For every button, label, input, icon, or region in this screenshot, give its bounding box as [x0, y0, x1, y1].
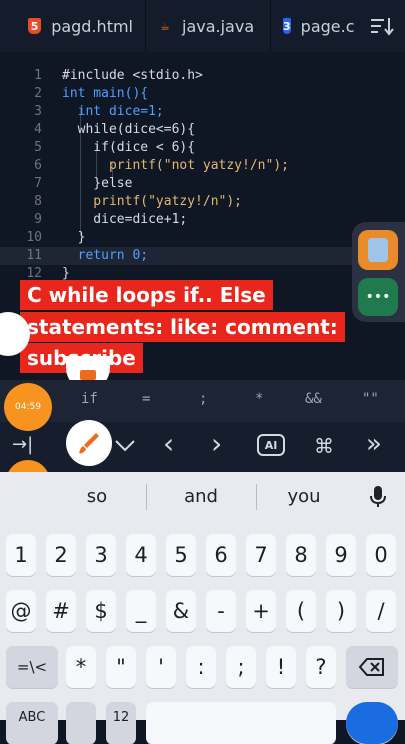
code-line: 10 } — [26, 230, 86, 245]
caption-line: statements: like: comment: — [20, 312, 345, 342]
floating-sidebar: ••• — [352, 222, 405, 322]
key-0[interactable]: 0 — [366, 534, 396, 576]
chevron-down-icon[interactable] — [114, 438, 136, 452]
ai-button[interactable]: AI — [257, 434, 285, 456]
java-icon: ☕ — [160, 19, 170, 33]
key-ampersand[interactable]: & — [166, 590, 196, 632]
tab-pagd-html[interactable]: 5 pagd.html — [0, 0, 145, 52]
key-2[interactable]: 2 — [46, 534, 76, 576]
key-more-symbols[interactable]: =\< — [6, 646, 58, 688]
key-at[interactable]: @ — [6, 590, 36, 632]
key-plus[interactable]: + — [246, 590, 276, 632]
space-bar[interactable] — [146, 702, 336, 744]
arrow-right-button[interactable]: › — [211, 427, 222, 460]
key-hash[interactable]: # — [46, 590, 76, 632]
symbol-key[interactable]: && — [305, 391, 322, 407]
key-dollar[interactable]: $ — [86, 590, 116, 632]
code-editor[interactable]: 1 #include <stdio.h> 2 int main(){ 3 int… — [0, 52, 405, 282]
key-1[interactable]: 1 — [6, 534, 36, 576]
code-line: 8 printf("yatzy!/n"); — [34, 194, 243, 209]
enter-button[interactable] — [346, 702, 398, 744]
symbol-key[interactable]: * — [255, 391, 263, 407]
code-line: 4 while(dice<=6){ — [34, 122, 196, 137]
editor-toolbar: →| ‹ › ⌘ » — [0, 422, 405, 472]
suggestion-strip: so and you — [0, 472, 405, 522]
key-semicolon[interactable]: ; — [226, 646, 256, 688]
symbol-bar: if = ; * && "" — [0, 380, 405, 422]
key-6[interactable]: 6 — [206, 534, 236, 576]
html5-icon: 5 — [28, 18, 42, 34]
key-9[interactable]: 9 — [326, 534, 356, 576]
arrow-left-button[interactable]: ‹ — [163, 427, 174, 460]
code-line: 7 }else — [34, 176, 133, 191]
symbol-key[interactable]: = — [142, 391, 150, 407]
key-question[interactable]: ? — [306, 646, 336, 688]
key-slash[interactable]: / — [366, 590, 396, 632]
app-shortcut-icon[interactable] — [358, 230, 398, 270]
key-7[interactable]: 7 — [246, 534, 276, 576]
key-12[interactable]: 12 — [106, 702, 136, 744]
code-line: 1 #include <stdio.h> — [34, 68, 203, 83]
key-open-paren[interactable]: ( — [286, 590, 316, 632]
key-3[interactable]: 3 — [86, 534, 116, 576]
recording-timer[interactable]: 04:59 — [4, 383, 52, 431]
key-exclamation[interactable]: ! — [266, 646, 296, 688]
tab-page-c[interactable]: 3 page.c — [270, 0, 360, 52]
code-line: 6 printf("not yatzy!/n"); — [34, 158, 289, 173]
key-close-paren[interactable]: ) — [326, 590, 356, 632]
skip-button[interactable]: » — [366, 429, 382, 459]
tab-label: page.c — [300, 16, 355, 36]
suggestion[interactable]: and — [156, 486, 246, 507]
tab-bar: 5 pagd.html ☕ java.java 3 page.c — [0, 0, 405, 52]
key-8[interactable]: 8 — [286, 534, 316, 576]
code-line: 2 int main(){ — [34, 86, 149, 101]
sort-icon[interactable] — [369, 14, 395, 38]
symbol-key[interactable]: ; — [199, 391, 207, 407]
backspace-icon — [359, 658, 384, 676]
tab-label: java.java — [182, 16, 255, 36]
code-line: 5 if(dice < 6){ — [34, 140, 196, 155]
css3-icon: 3 — [283, 18, 291, 34]
key-double-quote[interactable]: " — [106, 646, 136, 688]
key-underscore[interactable]: _ — [126, 590, 156, 632]
key-minus[interactable]: - — [206, 590, 236, 632]
key-abc[interactable]: ABC — [6, 702, 58, 744]
suggestion[interactable]: you — [259, 486, 349, 507]
key-emoji[interactable] — [66, 702, 96, 744]
code-line: 9 dice=dice+1; — [34, 212, 188, 227]
microphone-icon[interactable] — [368, 485, 388, 509]
caption-line: C while loops if.. Else — [20, 280, 273, 310]
key-5[interactable]: 5 — [166, 534, 196, 576]
key-asterisk[interactable]: * — [66, 646, 96, 688]
tab-java-java[interactable]: ☕ java.java — [145, 0, 270, 52]
code-line: 3 int dice=1; — [34, 104, 164, 119]
tab-label: pagd.html — [51, 16, 133, 36]
key-4[interactable]: 4 — [126, 534, 156, 576]
tab-key[interactable]: →| — [12, 434, 33, 455]
suggestion[interactable]: so — [52, 486, 142, 507]
code-line-current: 11 return 0; — [0, 247, 405, 265]
key-colon[interactable]: : — [186, 646, 216, 688]
paintbrush-icon[interactable] — [66, 420, 112, 466]
command-button[interactable]: ⌘ — [314, 434, 334, 458]
more-button[interactable]: ••• — [358, 278, 398, 316]
symbol-key[interactable]: if — [81, 391, 98, 407]
key-single-quote[interactable]: ' — [146, 646, 176, 688]
backspace-button[interactable] — [346, 646, 398, 688]
symbol-key[interactable]: "" — [362, 391, 379, 407]
